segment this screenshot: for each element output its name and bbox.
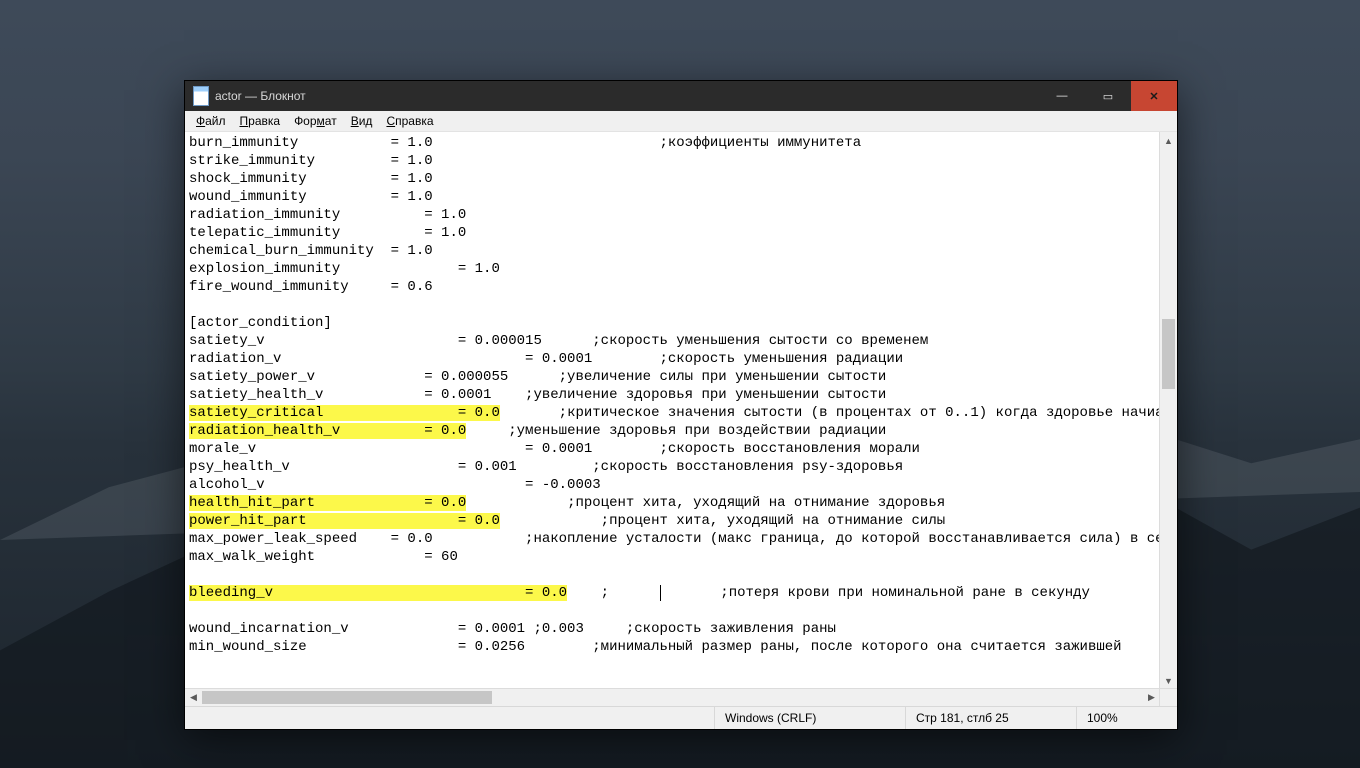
minimize-button[interactable]: — bbox=[1039, 81, 1085, 111]
scroll-left-arrow-icon[interactable]: ◀ bbox=[185, 689, 202, 706]
maximize-icon: ▭ bbox=[1103, 90, 1113, 103]
menubar: Файл Правка Формат Вид Справка bbox=[185, 111, 1177, 132]
notepad-window: actor — Блокнот — ▭ ✕ Файл Правка Формат… bbox=[184, 80, 1178, 730]
menu-file[interactable]: Файл bbox=[189, 113, 233, 129]
horizontal-scroll-track[interactable] bbox=[202, 689, 1143, 706]
text-editor[interactable]: burn_immunity = 1.0 ;коэффициенты иммуни… bbox=[185, 132, 1160, 689]
vertical-scroll-thumb[interactable] bbox=[1162, 319, 1175, 389]
close-button[interactable]: ✕ bbox=[1131, 81, 1177, 111]
maximize-button[interactable]: ▭ bbox=[1085, 81, 1131, 111]
minimize-icon: — bbox=[1057, 90, 1068, 102]
editor-area: burn_immunity = 1.0 ;коэффициенты иммуни… bbox=[185, 132, 1177, 706]
notepad-icon bbox=[193, 86, 209, 106]
status-zoom: 100% bbox=[1076, 707, 1177, 729]
menu-edit[interactable]: Правка bbox=[233, 113, 288, 129]
editor-content[interactable]: burn_immunity = 1.0 ;коэффициенты иммуни… bbox=[189, 134, 1156, 656]
horizontal-scroll-thumb[interactable] bbox=[202, 691, 492, 704]
horizontal-scrollbar[interactable]: ◀ ▶ bbox=[185, 688, 1160, 706]
vertical-scrollbar[interactable]: ▲ ▼ bbox=[1159, 132, 1177, 689]
desktop-background: actor — Блокнот — ▭ ✕ Файл Правка Формат… bbox=[0, 0, 1360, 768]
status-encoding: Windows (CRLF) bbox=[714, 707, 905, 729]
scrollbar-corner bbox=[1159, 688, 1177, 706]
window-title: actor — Блокнот bbox=[215, 89, 306, 103]
status-position: Стр 181, стлб 25 bbox=[905, 707, 1076, 729]
statusbar: Windows (CRLF) Стр 181, стлб 25 100% bbox=[185, 706, 1177, 729]
close-icon: ✕ bbox=[1149, 90, 1158, 103]
menu-view[interactable]: Вид bbox=[344, 113, 380, 129]
scroll-down-arrow-icon[interactable]: ▼ bbox=[1160, 672, 1177, 689]
titlebar[interactable]: actor — Блокнот — ▭ ✕ bbox=[185, 81, 1177, 111]
menu-format[interactable]: Формат bbox=[287, 113, 344, 129]
scroll-right-arrow-icon[interactable]: ▶ bbox=[1143, 689, 1160, 706]
vertical-scroll-track[interactable] bbox=[1160, 149, 1177, 672]
menu-help[interactable]: Справка bbox=[379, 113, 440, 129]
scroll-up-arrow-icon[interactable]: ▲ bbox=[1160, 132, 1177, 149]
